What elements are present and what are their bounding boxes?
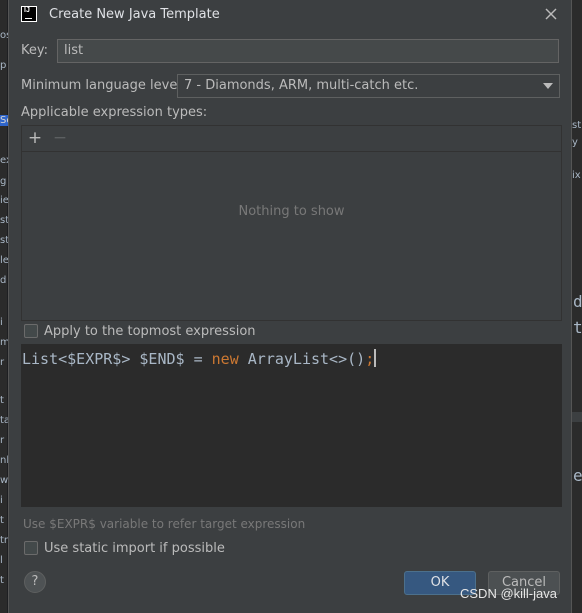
expr-variable-hint: Use $EXPR$ variable to refer target expr… <box>23 517 306 531</box>
text-caret <box>374 349 377 367</box>
code-semicolon: ; <box>365 350 375 368</box>
language-level-value: 7 - Diamonds, ARM, multi-catch etc. <box>184 78 419 93</box>
csdn-watermark: CSDN @kill-java <box>460 586 557 601</box>
bg-code-fragment: e <box>573 466 582 485</box>
expression-types-label: Applicable expression types: <box>21 105 208 120</box>
bg-code-fragment: d <box>573 292 582 311</box>
bg-text-fragment: ix <box>572 170 581 181</box>
bg-code-fragment: t <box>573 318 582 337</box>
expression-types-list: + − Nothing to show <box>21 125 562 321</box>
bg-text-fragment: p <box>0 60 7 71</box>
language-level-label: Minimum language level: <box>21 78 186 93</box>
bg-text-fragment: w <box>0 475 9 486</box>
bg-text-fragment: t <box>0 515 4 526</box>
key-label: Key: <box>21 43 49 58</box>
bg-text-fragment: l <box>0 555 3 566</box>
background-ide-left: os p Sc ex g ie st st le d i m r t ta r … <box>0 0 12 613</box>
code-type-part: List<$EXPR$> $END$ = <box>22 350 212 368</box>
bg-text-fragment: y <box>572 137 578 148</box>
bg-text-fragment: tr <box>0 535 9 546</box>
code-keyword: new <box>211 350 239 368</box>
bg-text-fragment: st <box>572 120 582 131</box>
bg-text-fragment: r <box>0 435 5 446</box>
static-import-checkbox[interactable] <box>24 541 38 555</box>
close-icon <box>545 8 557 20</box>
bg-text-fragment: r <box>0 357 5 368</box>
language-level-select[interactable]: 7 - Diamonds, ARM, multi-catch etc. <box>177 74 560 98</box>
bg-text-fragment: i <box>0 317 3 328</box>
empty-list-text: Nothing to show <box>238 204 345 219</box>
intellij-logo-icon <box>21 6 37 22</box>
create-java-template-dialog: Create New Java Template Key: list Minim… <box>8 0 572 613</box>
bg-text-fragment: i <box>0 495 3 506</box>
topmost-expression-checkbox[interactable] <box>24 324 38 338</box>
help-button[interactable]: ? <box>24 571 46 593</box>
remove-icon[interactable]: − <box>50 128 70 148</box>
bg-text-fragment: d <box>0 275 7 286</box>
bg-text-fragment: t <box>0 575 4 586</box>
key-input[interactable]: list <box>57 39 559 63</box>
add-icon[interactable]: + <box>25 128 45 148</box>
topmost-expression-label: Apply to the topmost expression <box>44 324 256 339</box>
close-button[interactable] <box>542 5 560 23</box>
template-editor[interactable]: List<$EXPR$> $END$ = new ArrayList<>(); <box>21 344 562 507</box>
dialog-titlebar: Create New Java Template <box>9 0 571 30</box>
bg-text-fragment: t <box>0 395 4 406</box>
code-rest: ArrayList<>() <box>238 350 366 368</box>
dialog-title: Create New Java Template <box>49 7 220 22</box>
bg-text-fragment: g <box>0 176 7 187</box>
chevron-down-icon <box>543 83 553 89</box>
template-code-line: List<$EXPR$> $END$ = new ArrayList<>(); <box>22 349 377 368</box>
static-import-label: Use static import if possible <box>44 541 225 556</box>
expression-types-toolbar: + − <box>22 126 561 152</box>
